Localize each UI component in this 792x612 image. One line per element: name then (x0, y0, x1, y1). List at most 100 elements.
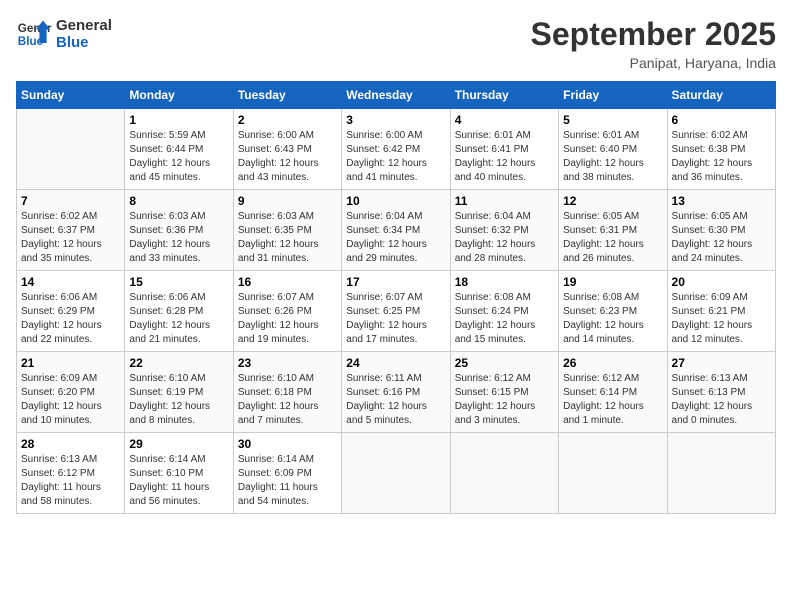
calendar-week-row: 21 Sunrise: 6:09 AM Sunset: 6:20 PM Dayli… (17, 352, 776, 433)
calendar-cell: 14 Sunrise: 6:06 AM Sunset: 6:29 PM Dayli… (17, 271, 125, 352)
day-number: 4 (455, 113, 554, 127)
calendar-cell: 3 Sunrise: 6:00 AM Sunset: 6:42 PM Daylig… (342, 109, 450, 190)
day-info: Sunrise: 6:07 AM Sunset: 6:26 PM Dayligh… (238, 291, 337, 347)
day-number: 5 (563, 113, 662, 127)
day-info: Sunrise: 6:11 AM Sunset: 6:16 PM Dayligh… (346, 372, 445, 428)
day-number: 18 (455, 275, 554, 289)
calendar-cell (450, 433, 558, 514)
calendar-table: SundayMondayTuesdayWednesdayThursdayFrid… (16, 81, 776, 514)
logo-line2: Blue (56, 34, 112, 51)
day-info: Sunrise: 6:01 AM Sunset: 6:40 PM Dayligh… (563, 129, 662, 185)
day-info: Sunrise: 6:12 AM Sunset: 6:15 PM Dayligh… (455, 372, 554, 428)
month-title: September 2025 (531, 16, 776, 53)
weekday-header: Tuesday (233, 82, 341, 109)
day-info: Sunrise: 6:08 AM Sunset: 6:24 PM Dayligh… (455, 291, 554, 347)
weekday-header: Sunday (17, 82, 125, 109)
day-number: 15 (129, 275, 228, 289)
calendar-cell: 4 Sunrise: 6:01 AM Sunset: 6:41 PM Daylig… (450, 109, 558, 190)
page-header: General Blue General Blue September 2025… (16, 16, 776, 71)
calendar-cell (667, 433, 775, 514)
calendar-cell (17, 109, 125, 190)
day-info: Sunrise: 6:00 AM Sunset: 6:43 PM Dayligh… (238, 129, 337, 185)
calendar-week-row: 14 Sunrise: 6:06 AM Sunset: 6:29 PM Dayli… (17, 271, 776, 352)
calendar-cell: 8 Sunrise: 6:03 AM Sunset: 6:36 PM Daylig… (125, 190, 233, 271)
calendar-cell: 24 Sunrise: 6:11 AM Sunset: 6:16 PM Dayli… (342, 352, 450, 433)
day-info: Sunrise: 6:03 AM Sunset: 6:35 PM Dayligh… (238, 210, 337, 266)
calendar-cell: 29Sunrise: 6:14 AM Sunset: 6:10 PM Dayli… (125, 433, 233, 514)
calendar-cell (342, 433, 450, 514)
weekday-header: Saturday (667, 82, 775, 109)
day-number: 9 (238, 194, 337, 208)
weekday-header: Monday (125, 82, 233, 109)
calendar-cell: 15 Sunrise: 6:06 AM Sunset: 6:28 PM Dayli… (125, 271, 233, 352)
day-number: 13 (672, 194, 771, 208)
day-number: 2 (238, 113, 337, 127)
calendar-cell: 26Sunrise: 6:12 AM Sunset: 6:14 PM Dayli… (559, 352, 667, 433)
day-number: 17 (346, 275, 445, 289)
day-number: 22 (129, 356, 228, 370)
day-info: Sunrise: 6:10 AM Sunset: 6:18 PM Dayligh… (238, 372, 337, 428)
day-info: Sunrise: 6:06 AM Sunset: 6:28 PM Dayligh… (129, 291, 228, 347)
day-number: 8 (129, 194, 228, 208)
logo-icon: General Blue (16, 16, 52, 52)
calendar-cell: 28Sunrise: 6:13 AM Sunset: 6:12 PM Dayli… (17, 433, 125, 514)
calendar-cell: 30 Sunrise: 6:14 AM Sunset: 6:09 PM Dayli… (233, 433, 341, 514)
day-number: 25 (455, 356, 554, 370)
calendar-cell: 22 Sunrise: 6:10 AM Sunset: 6:19 PM Dayli… (125, 352, 233, 433)
logo: General Blue General Blue (16, 16, 112, 52)
day-info: Sunrise: 6:09 AM Sunset: 6:20 PM Dayligh… (21, 372, 120, 428)
calendar-week-row: 1 Sunrise: 5:59 AM Sunset: 6:44 PM Daylig… (17, 109, 776, 190)
calendar-cell: 17 Sunrise: 6:07 AM Sunset: 6:25 PM Dayli… (342, 271, 450, 352)
calendar-cell: 12Sunrise: 6:05 AM Sunset: 6:31 PM Dayli… (559, 190, 667, 271)
day-info: Sunrise: 6:03 AM Sunset: 6:36 PM Dayligh… (129, 210, 228, 266)
calendar-cell: 23Sunrise: 6:10 AM Sunset: 6:18 PM Dayli… (233, 352, 341, 433)
day-info: Sunrise: 6:13 AM Sunset: 6:12 PM Dayligh… (21, 453, 120, 509)
calendar-cell: 19 Sunrise: 6:08 AM Sunset: 6:23 PM Dayli… (559, 271, 667, 352)
day-number: 14 (21, 275, 120, 289)
weekday-header: Friday (559, 82, 667, 109)
day-info: Sunrise: 5:59 AM Sunset: 6:44 PM Dayligh… (129, 129, 228, 185)
calendar-cell: 1 Sunrise: 5:59 AM Sunset: 6:44 PM Daylig… (125, 109, 233, 190)
day-number: 21 (21, 356, 120, 370)
day-number: 24 (346, 356, 445, 370)
day-info: Sunrise: 6:13 AM Sunset: 6:13 PM Dayligh… (672, 372, 771, 428)
calendar-cell: 25 Sunrise: 6:12 AM Sunset: 6:15 PM Dayli… (450, 352, 558, 433)
day-number: 3 (346, 113, 445, 127)
calendar-cell: 9 Sunrise: 6:03 AM Sunset: 6:35 PM Daylig… (233, 190, 341, 271)
calendar-cell: 10 Sunrise: 6:04 AM Sunset: 6:34 PM Dayli… (342, 190, 450, 271)
calendar-cell: 18 Sunrise: 6:08 AM Sunset: 6:24 PM Dayli… (450, 271, 558, 352)
day-number: 11 (455, 194, 554, 208)
day-info: Sunrise: 6:00 AM Sunset: 6:42 PM Dayligh… (346, 129, 445, 185)
calendar-cell: 5 Sunrise: 6:01 AM Sunset: 6:40 PM Daylig… (559, 109, 667, 190)
day-number: 30 (238, 437, 337, 451)
day-number: 26 (563, 356, 662, 370)
calendar-cell: 7Sunrise: 6:02 AM Sunset: 6:37 PM Daylig… (17, 190, 125, 271)
day-info: Sunrise: 6:10 AM Sunset: 6:19 PM Dayligh… (129, 372, 228, 428)
day-info: Sunrise: 6:05 AM Sunset: 6:30 PM Dayligh… (672, 210, 771, 266)
day-info: Sunrise: 6:09 AM Sunset: 6:21 PM Dayligh… (672, 291, 771, 347)
day-number: 27 (672, 356, 771, 370)
day-info: Sunrise: 6:07 AM Sunset: 6:25 PM Dayligh… (346, 291, 445, 347)
calendar-header: SundayMondayTuesdayWednesdayThursdayFrid… (17, 82, 776, 109)
day-info: Sunrise: 6:14 AM Sunset: 6:09 PM Dayligh… (238, 453, 337, 509)
calendar-cell (559, 433, 667, 514)
calendar-cell: 2 Sunrise: 6:00 AM Sunset: 6:43 PM Daylig… (233, 109, 341, 190)
day-info: Sunrise: 6:04 AM Sunset: 6:32 PM Dayligh… (455, 210, 554, 266)
day-number: 1 (129, 113, 228, 127)
calendar-body: 1 Sunrise: 5:59 AM Sunset: 6:44 PM Daylig… (17, 109, 776, 514)
calendar-cell: 27 Sunrise: 6:13 AM Sunset: 6:13 PM Dayli… (667, 352, 775, 433)
location: Panipat, Haryana, India (531, 55, 776, 71)
day-info: Sunrise: 6:02 AM Sunset: 6:38 PM Dayligh… (672, 129, 771, 185)
day-info: Sunrise: 6:04 AM Sunset: 6:34 PM Dayligh… (346, 210, 445, 266)
day-info: Sunrise: 6:08 AM Sunset: 6:23 PM Dayligh… (563, 291, 662, 347)
day-info: Sunrise: 6:14 AM Sunset: 6:10 PM Dayligh… (129, 453, 228, 509)
day-info: Sunrise: 6:05 AM Sunset: 6:31 PM Dayligh… (563, 210, 662, 266)
day-info: Sunrise: 6:01 AM Sunset: 6:41 PM Dayligh… (455, 129, 554, 185)
calendar-week-row: 28Sunrise: 6:13 AM Sunset: 6:12 PM Dayli… (17, 433, 776, 514)
day-info: Sunrise: 6:06 AM Sunset: 6:29 PM Dayligh… (21, 291, 120, 347)
day-number: 10 (346, 194, 445, 208)
calendar-cell: 6Sunrise: 6:02 AM Sunset: 6:38 PM Daylig… (667, 109, 775, 190)
title-block: September 2025 Panipat, Haryana, India (531, 16, 776, 71)
day-number: 20 (672, 275, 771, 289)
day-number: 19 (563, 275, 662, 289)
